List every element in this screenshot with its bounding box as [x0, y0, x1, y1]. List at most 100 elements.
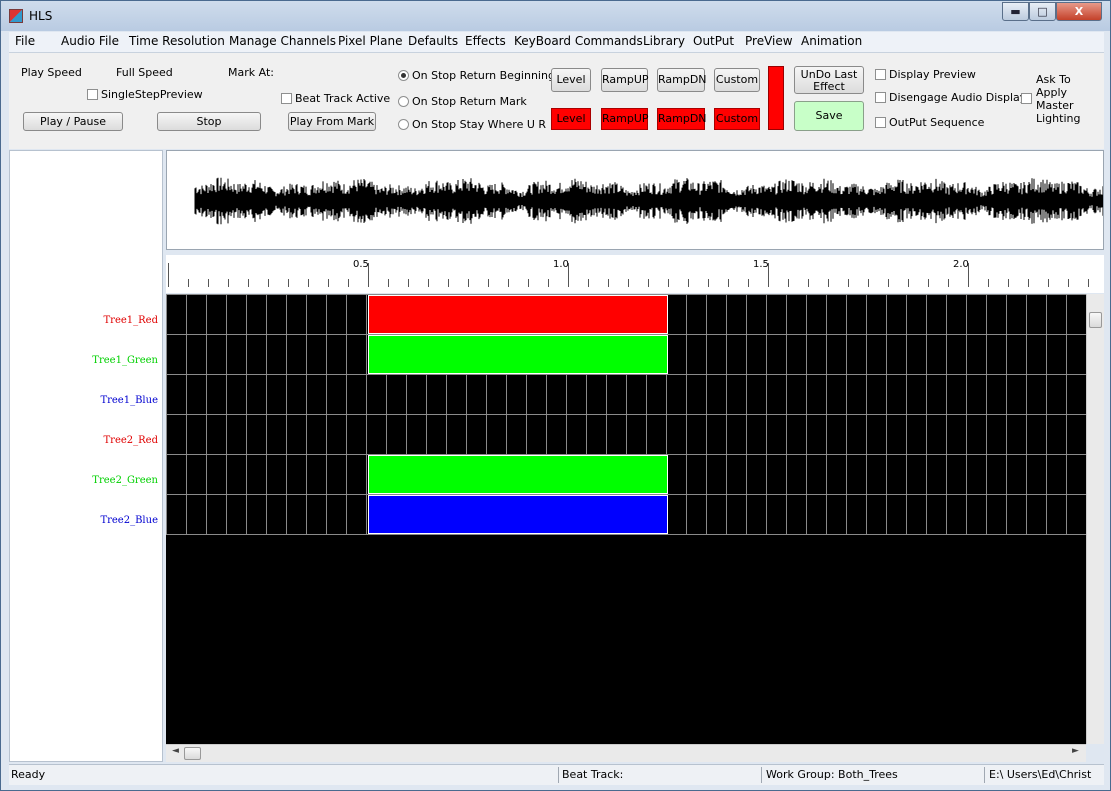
- vertical-scrollbar[interactable]: [1086, 294, 1104, 744]
- ruler-tick: [468, 279, 469, 287]
- grid-row-line: [166, 534, 1086, 535]
- maximize-button[interactable]: □: [1029, 2, 1056, 21]
- scroll-right-arrow-icon[interactable]: ►: [1072, 746, 1079, 756]
- ruler-tick: [728, 279, 729, 287]
- current-color-swatch[interactable]: [768, 66, 784, 130]
- full-speed-label: Full Speed: [116, 66, 173, 79]
- ruler-label-1-0: 1.0: [553, 259, 569, 270]
- ruler-major-tick: [568, 263, 569, 287]
- play-from-mark-button[interactable]: Play From Mark: [288, 112, 376, 131]
- ruler-tick: [668, 279, 669, 287]
- menu-keyboard-commands[interactable]: KeyBoard Commands: [514, 34, 643, 48]
- ruler-tick: [628, 279, 629, 287]
- menu-output[interactable]: OutPut: [693, 34, 734, 48]
- save-button[interactable]: Save: [794, 101, 864, 131]
- ruler-tick: [828, 279, 829, 287]
- menu-time-resolution[interactable]: Time Resolution: [129, 34, 225, 48]
- radio-return-beginning[interactable]: [398, 70, 409, 81]
- menu-animation[interactable]: Animation: [801, 34, 862, 48]
- sequence-grid[interactable]: [166, 294, 1086, 744]
- beat-track-checkbox[interactable]: [281, 93, 292, 104]
- menu-manage-channels[interactable]: Manage Channels: [229, 34, 336, 48]
- ruler-tick: [408, 279, 409, 287]
- effect-block-tree2-blue[interactable]: [368, 495, 668, 534]
- ruler-tick: [928, 279, 929, 287]
- menu-file[interactable]: File: [15, 34, 35, 48]
- effect-block-tree1-green[interactable]: [368, 335, 668, 374]
- menu-effects[interactable]: Effects: [465, 34, 506, 48]
- ruler-tick: [388, 279, 389, 287]
- display-preview-checkbox[interactable]: [875, 69, 886, 80]
- ruler-tick: [248, 279, 249, 287]
- status-separator: [761, 767, 762, 783]
- effect-block-tree2-green[interactable]: [368, 455, 668, 494]
- menu-audio-file[interactable]: Audio File: [61, 34, 119, 48]
- radio-return-mark[interactable]: [398, 96, 409, 107]
- level-button[interactable]: Level: [551, 68, 591, 92]
- status-separator: [558, 767, 559, 783]
- disengage-audio-checkbox[interactable]: [875, 92, 886, 103]
- status-separator: [984, 767, 985, 783]
- mark-at-label: Mark At:: [228, 66, 274, 79]
- channel-label-tree2-green[interactable]: Tree2_Green: [92, 475, 158, 486]
- output-sequence-label: OutPut Sequence: [889, 116, 985, 129]
- channel-label-panel: Tree1_Red Tree1_Green Tree1_Blue Tree2_R…: [9, 150, 163, 762]
- ruler-tick: [448, 279, 449, 287]
- single-step-label: SingleStepPreview: [101, 88, 203, 101]
- horizontal-scroll-thumb[interactable]: [184, 747, 201, 760]
- ruler-tick: [208, 279, 209, 287]
- ruler-tick: [1088, 279, 1089, 287]
- ruler-tick: [308, 279, 309, 287]
- rampdn-button[interactable]: RampDN: [657, 68, 707, 92]
- channel-label-tree1-red[interactable]: Tree1_Red: [104, 315, 159, 326]
- waveform-graphic: [194, 177, 1103, 225]
- channel-label-tree2-red[interactable]: Tree2_Red: [104, 435, 159, 446]
- play-speed-label: Play Speed: [21, 66, 82, 79]
- vertical-scroll-thumb[interactable]: [1089, 312, 1102, 328]
- ask-to-apply-checkbox[interactable]: [1021, 93, 1032, 104]
- red-level-button[interactable]: Level: [551, 108, 591, 130]
- radio-return-beginning-label: On Stop Return Beginning: [412, 69, 555, 82]
- horizontal-scrollbar[interactable]: ◄ ►: [166, 744, 1086, 762]
- ruler-tick: [708, 279, 709, 287]
- menu-library[interactable]: Library: [643, 34, 685, 48]
- channel-label-tree1-green[interactable]: Tree1_Green: [92, 355, 158, 366]
- scroll-left-arrow-icon[interactable]: ◄: [172, 746, 179, 756]
- ruler-tick: [808, 279, 809, 287]
- effect-block-tree1-red[interactable]: [368, 295, 668, 334]
- red-rampdn-button[interactable]: RampDN: [657, 108, 707, 130]
- menu-preview[interactable]: PreView: [745, 34, 793, 48]
- undo-last-effect-button[interactable]: UnDo Last Effect: [794, 66, 864, 94]
- menu-defaults[interactable]: Defaults: [408, 34, 458, 48]
- single-step-checkbox[interactable]: [87, 89, 98, 100]
- ruler-tick: [608, 279, 609, 287]
- ask-line2: Apply: [1036, 86, 1068, 99]
- minimize-button[interactable]: ▬: [1002, 2, 1029, 21]
- audio-waveform[interactable]: [166, 150, 1104, 250]
- channel-label-tree1-blue[interactable]: Tree1_Blue: [100, 395, 158, 406]
- custom-button[interactable]: Custom: [714, 68, 760, 92]
- ruler-tick: [648, 279, 649, 287]
- red-custom-button[interactable]: Custom: [714, 108, 760, 130]
- main-window: HLS ▬ □ X File Audio File Time Resolutio…: [0, 0, 1111, 791]
- ask-line3: Master: [1036, 99, 1074, 112]
- ruler-tick: [908, 279, 909, 287]
- close-button[interactable]: X: [1056, 2, 1102, 21]
- app-icon: [9, 9, 23, 23]
- grid-row-line: [166, 414, 1086, 415]
- stop-button[interactable]: Stop: [157, 112, 261, 131]
- menu-pixel-plane[interactable]: Pixel Plane: [338, 34, 402, 48]
- ruler-tick: [688, 279, 689, 287]
- status-ready: Ready: [11, 768, 46, 781]
- red-rampup-button[interactable]: RampUP: [601, 108, 649, 130]
- rampup-button[interactable]: RampUP: [601, 68, 649, 92]
- ruler-tick: [328, 279, 329, 287]
- radio-stay-label: On Stop Stay Where U R: [412, 118, 547, 131]
- channel-label-tree2-blue[interactable]: Tree2_Blue: [100, 515, 158, 526]
- time-ruler[interactable]: 0.5 1.0 1.5 2.0: [166, 255, 1104, 293]
- play-pause-button[interactable]: Play / Pause: [23, 112, 123, 131]
- radio-stay[interactable]: [398, 119, 409, 130]
- ruler-tick: [848, 279, 849, 287]
- output-sequence-checkbox[interactable]: [875, 117, 886, 128]
- ruler-tick: [528, 279, 529, 287]
